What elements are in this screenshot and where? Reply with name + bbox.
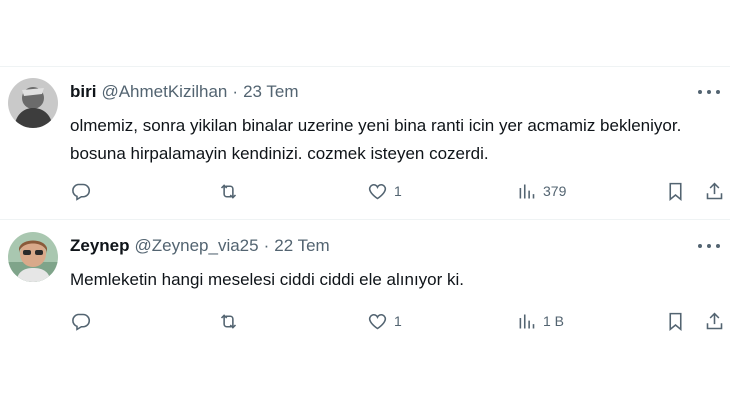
views-button[interactable]: 379 (516, 176, 566, 206)
reply-button[interactable] (70, 306, 91, 336)
separator-dot: · (263, 236, 270, 255)
tweet-date[interactable]: 22 Tem (274, 236, 329, 256)
like-button[interactable]: 1 (367, 176, 402, 206)
tweet-actions: 1 1 B (0, 306, 730, 336)
reply-icon (72, 313, 91, 331)
user-handle[interactable]: @AhmetKizilhan (101, 82, 227, 102)
bookmark-icon (669, 182, 682, 201)
retweet-button[interactable] (218, 176, 239, 206)
tweet[interactable]: Zeynep @Zeynep_via25 · 22 Tem Memleketin… (0, 222, 730, 372)
tweet[interactable]: biri @AhmetKizilhan · 23 Tem olmemiz, so… (0, 68, 730, 218)
share-button[interactable] (704, 176, 725, 206)
display-name[interactable]: biri (70, 82, 96, 102)
retweet-icon (220, 183, 237, 199)
like-icon (368, 313, 387, 329)
like-count: 1 (394, 183, 402, 199)
user-handle[interactable]: @Zeynep_via25 (135, 236, 259, 256)
bookmark-button[interactable] (665, 306, 686, 336)
views-count: 379 (543, 183, 567, 199)
views-button[interactable]: 1 B (516, 306, 564, 336)
separator-dot: · (232, 82, 239, 101)
tweet-actions: 1 379 (0, 176, 730, 206)
avatar[interactable] (8, 232, 58, 282)
share-icon (706, 312, 723, 329)
tweet-header: biri @AhmetKizilhan · 23 Tem (70, 82, 299, 102)
tweet-header: Zeynep @Zeynep_via25 · 22 Tem (70, 236, 330, 256)
tweet-text: Memleketin hangi meselesi ciddi ciddi el… (70, 270, 465, 289)
top-divider (0, 66, 730, 67)
like-button[interactable]: 1 (367, 306, 402, 336)
like-icon (368, 183, 387, 199)
tweet-divider (0, 219, 730, 220)
retweet-button[interactable] (218, 306, 239, 336)
more-icon[interactable] (698, 82, 720, 102)
tweet-text: olmemiz, sonra yikilan binalar uzerine y… (70, 116, 682, 163)
avatar[interactable] (8, 78, 58, 128)
views-count: 1 B (543, 313, 565, 329)
bookmark-button[interactable] (665, 176, 686, 206)
share-button[interactable] (704, 306, 725, 336)
share-icon (706, 182, 723, 199)
display-name[interactable]: Zeynep (70, 236, 130, 256)
tweet-date[interactable]: 23 Tem (243, 82, 298, 102)
views-icon (519, 184, 535, 198)
reply-icon (72, 183, 91, 201)
views-icon (519, 314, 535, 328)
reply-button[interactable] (70, 176, 91, 206)
retweet-icon (220, 313, 237, 329)
more-icon[interactable] (698, 236, 720, 256)
like-count: 1 (394, 313, 402, 329)
bookmark-icon (669, 312, 682, 331)
